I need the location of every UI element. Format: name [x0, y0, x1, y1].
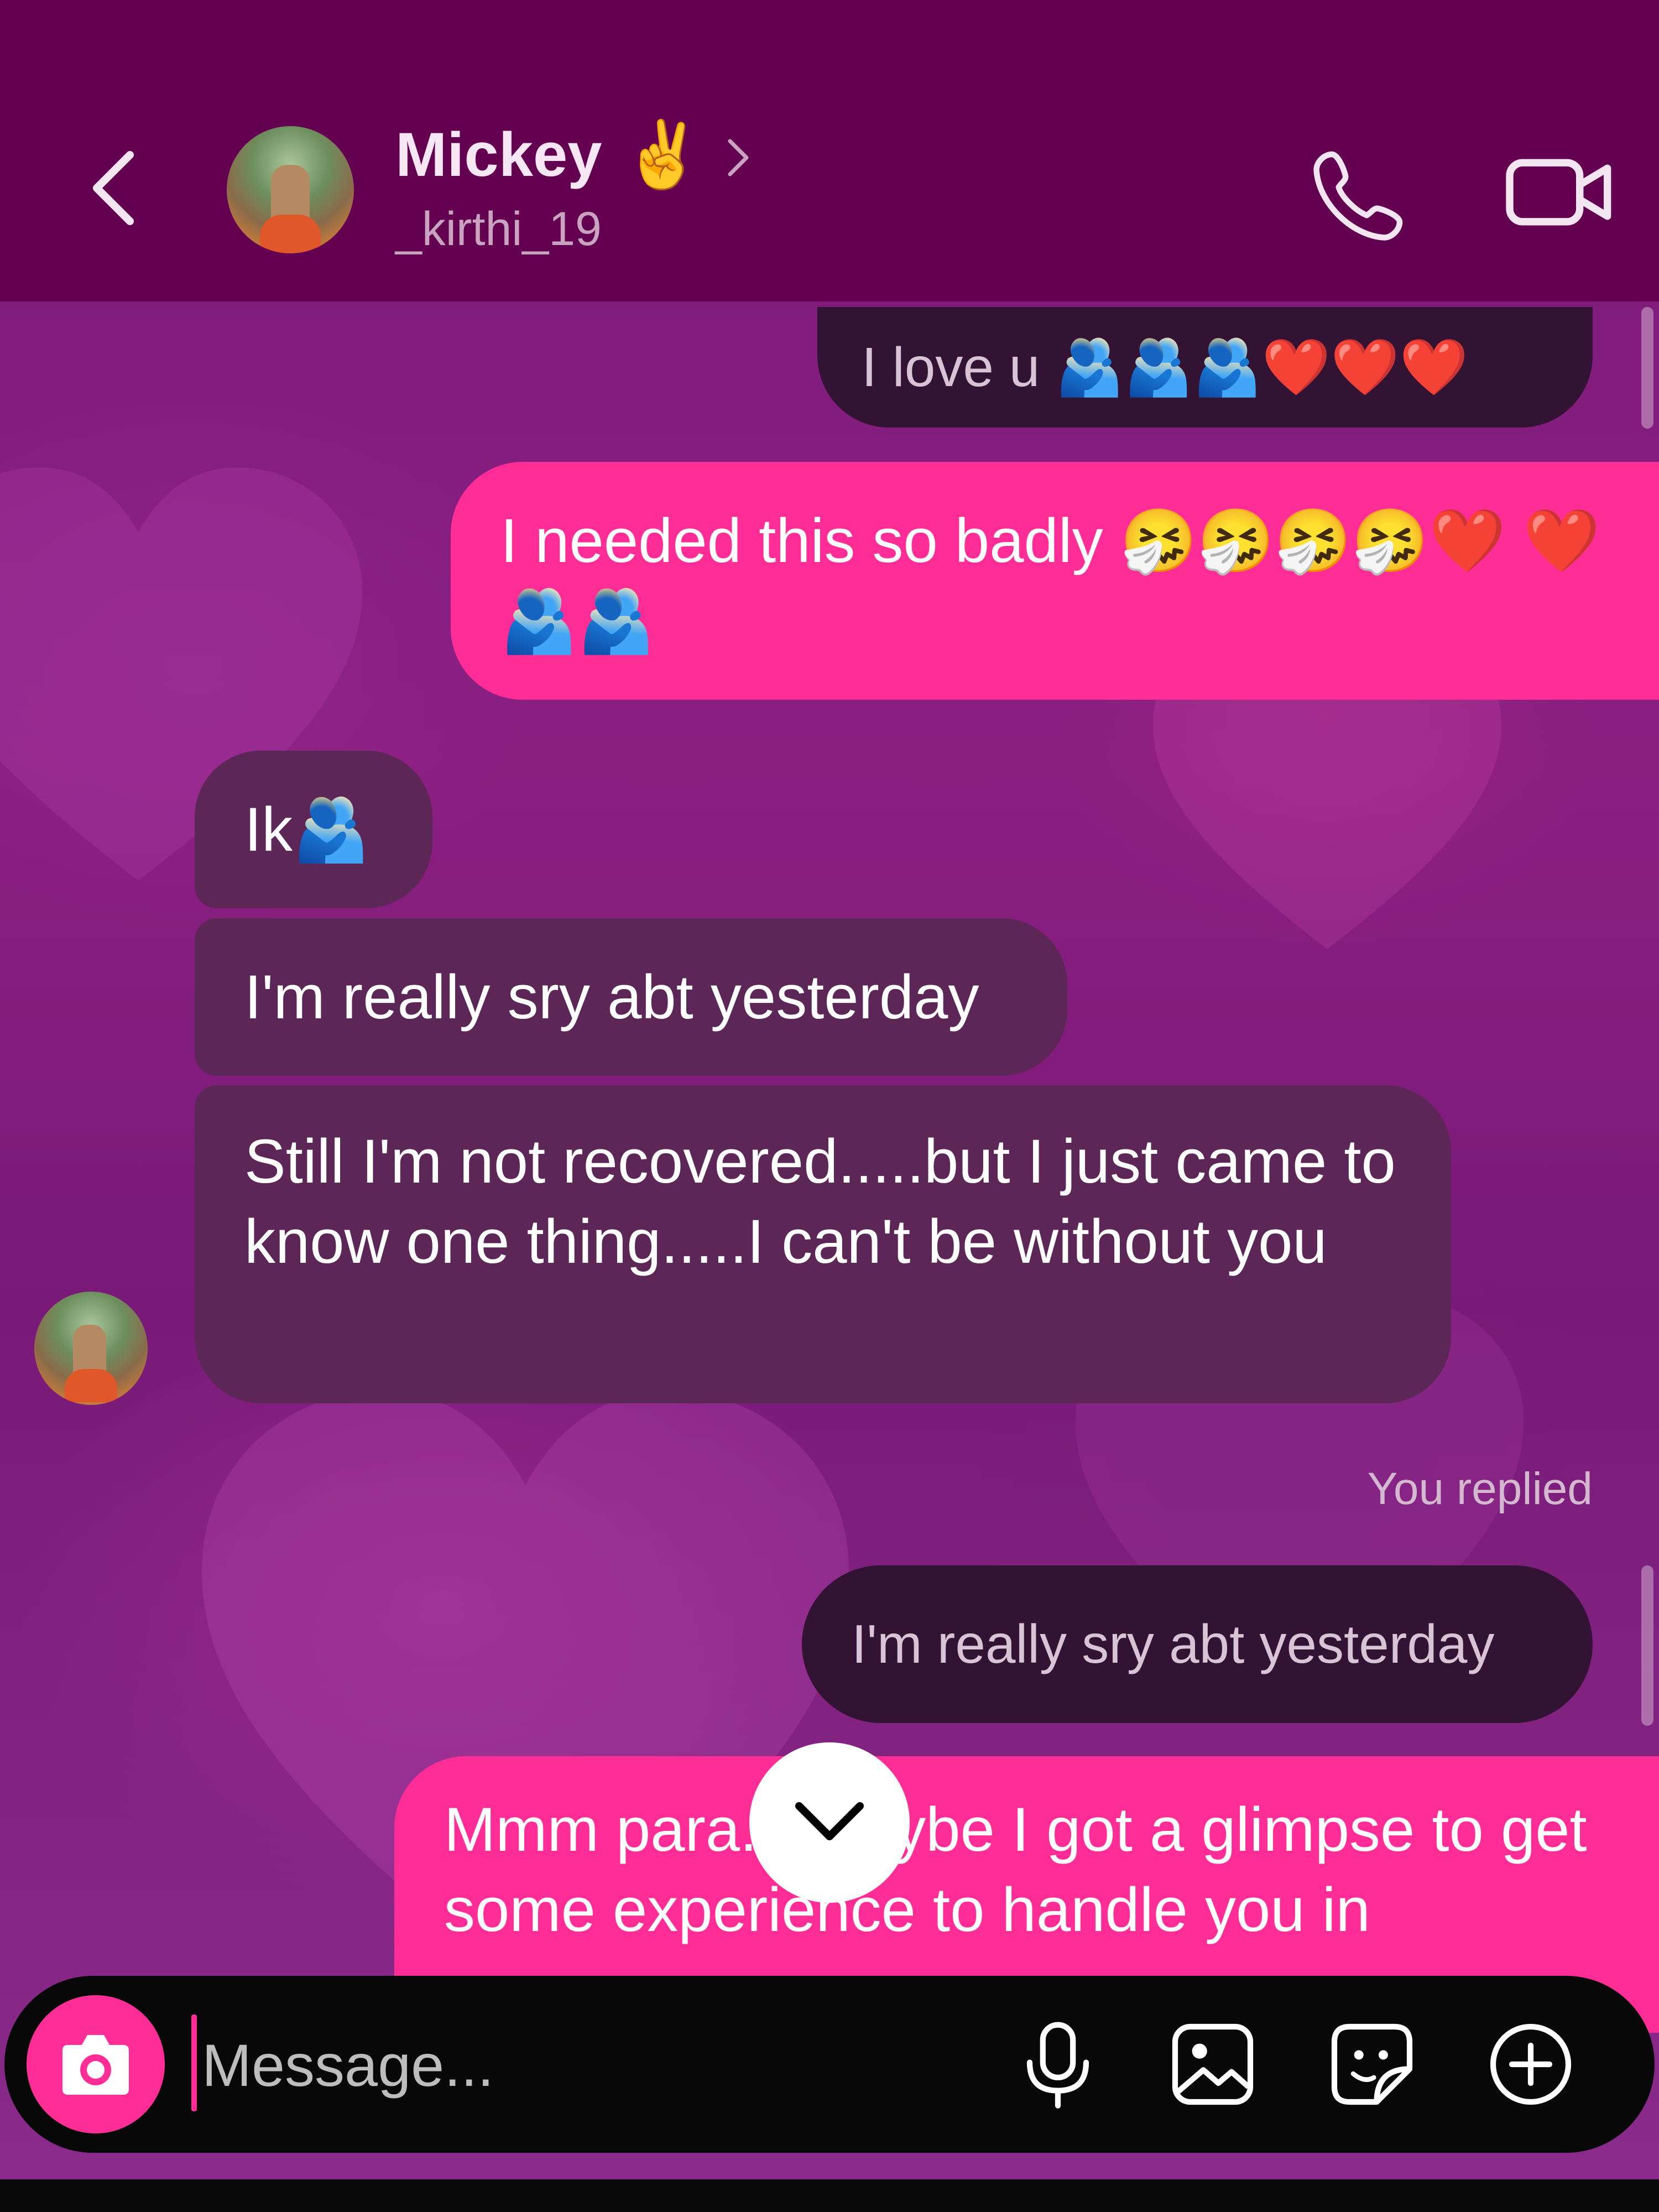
- outgoing-message-bubble[interactable]: I needed this so badly 🤧🤧🤧🤧❤️ ❤️🫂🫂: [451, 462, 1659, 700]
- incoming-message-bubble[interactable]: I'm really sry abt yesterday: [195, 918, 1067, 1076]
- message-text: Ik🫂: [244, 795, 370, 864]
- scrollbar-thumb[interactable]: [1641, 307, 1653, 429]
- camera-icon: [62, 2035, 129, 2095]
- quoted-message-bubble[interactable]: I'm really sry abt yesterday: [802, 1565, 1593, 1723]
- contact-name-emoji: ✌️: [622, 116, 703, 192]
- image-icon[interactable]: [1166, 2017, 1260, 2111]
- camera-button[interactable]: [27, 1995, 165, 2133]
- contact-name[interactable]: Mickey: [395, 119, 602, 190]
- chevron-right-icon[interactable]: [724, 136, 752, 180]
- message-text: I needed this so badly 🤧🤧🤧🤧❤️ ❤️🫂🫂: [500, 506, 1600, 655]
- sender-avatar[interactable]: [34, 1292, 148, 1405]
- scrollbar-thumb[interactable]: [1641, 1565, 1653, 1726]
- reply-label: You replied: [1367, 1464, 1593, 1514]
- back-chevron-icon[interactable]: [88, 149, 138, 227]
- contact-username: _kirthi_19: [395, 202, 602, 256]
- sticker-icon[interactable]: [1325, 2017, 1419, 2111]
- text-cursor: [191, 2015, 197, 2111]
- chat-screen: Mickey ✌️ _kirthi_19 I love u 🫂🫂🫂❤️❤️❤️ …: [0, 0, 1659, 2179]
- message-text: I'm really sry abt yesterday: [852, 1614, 1495, 1674]
- message-text: I'm really sry abt yesterday: [244, 962, 979, 1032]
- message-text: I love u 🫂🫂🫂❤️❤️❤️: [862, 336, 1469, 398]
- scroll-to-bottom-button[interactable]: [749, 1742, 910, 1903]
- microphone-icon[interactable]: [1011, 2017, 1105, 2111]
- contact-avatar[interactable]: [227, 126, 354, 253]
- message-text: Still I'm not recovered.....but I just c…: [244, 1127, 1396, 1276]
- phone-icon[interactable]: [1311, 147, 1407, 243]
- plus-circle-icon[interactable]: [1484, 2017, 1578, 2111]
- incoming-message-bubble[interactable]: Still I'm not recovered.....but I just c…: [195, 1085, 1451, 1403]
- chat-header: Mickey ✌️ _kirthi_19: [0, 0, 1659, 301]
- message-composer: [4, 1976, 1655, 2153]
- message-input[interactable]: [201, 2009, 922, 2121]
- chevron-down-icon: [795, 1802, 864, 1840]
- video-icon[interactable]: [1504, 144, 1615, 241]
- message-text: Mmm para... maybe I got a glimpse to get…: [444, 1795, 1587, 1944]
- incoming-message-bubble[interactable]: Ik🫂: [195, 751, 432, 908]
- quoted-message-bubble[interactable]: I love u 🫂🫂🫂❤️❤️❤️: [817, 307, 1593, 428]
